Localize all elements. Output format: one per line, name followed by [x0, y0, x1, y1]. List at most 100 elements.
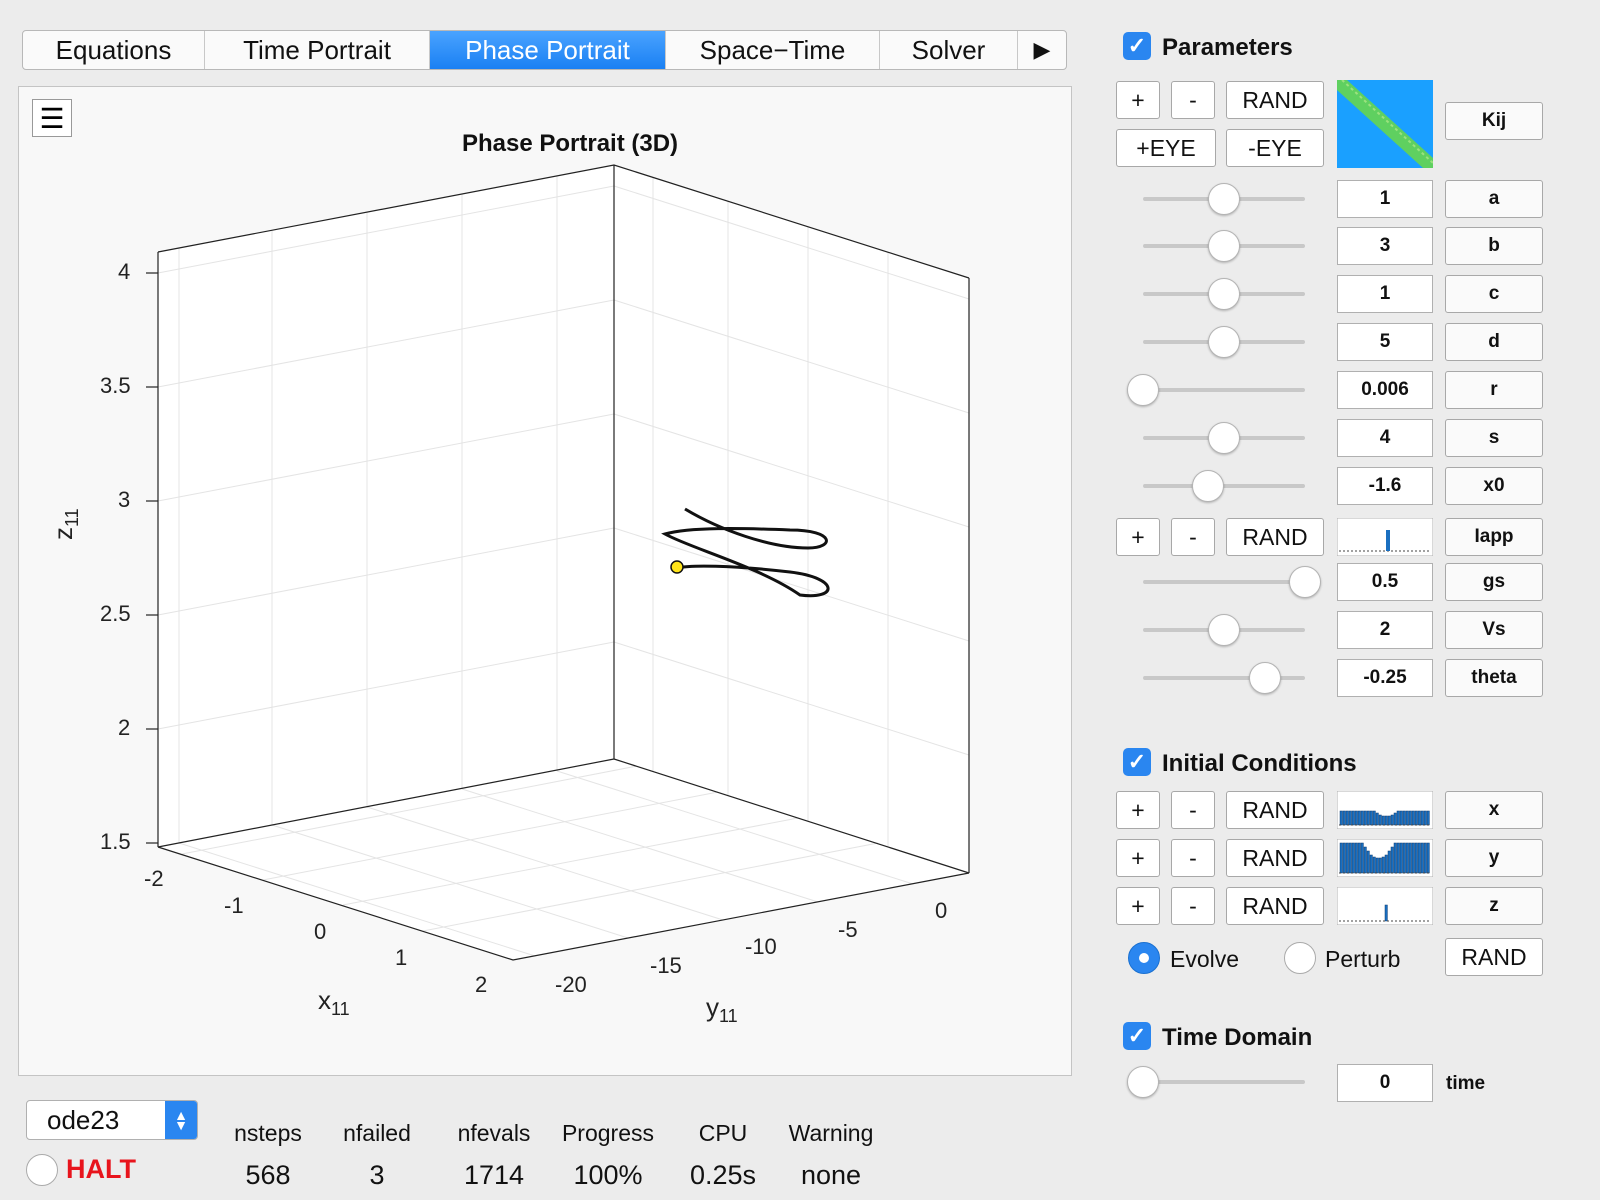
- z-tick-label: 2: [118, 715, 131, 740]
- phase-portrait-axes[interactable]: [0, 0, 1080, 1080]
- z-tick-label: 2.5: [100, 601, 131, 626]
- param-slider-track[interactable]: [1143, 484, 1305, 488]
- param-slider-knob[interactable]: [1208, 614, 1240, 646]
- ic-name-button[interactable]: x: [1445, 791, 1543, 829]
- param-slider-knob[interactable]: [1192, 470, 1224, 502]
- iapp-profile-image[interactable]: [1337, 518, 1433, 556]
- y-tick-label: 0: [935, 898, 948, 923]
- parameters-checkbox[interactable]: ✓: [1123, 32, 1151, 60]
- kij-button[interactable]: Kij: [1445, 102, 1543, 140]
- param-value-field[interactable]: 0.5: [1337, 563, 1433, 601]
- param-slider-knob[interactable]: [1208, 183, 1240, 215]
- ic-plus-button[interactable]: +: [1116, 791, 1160, 829]
- iapp-rand-button[interactable]: RAND: [1226, 518, 1324, 556]
- kij-matrix-image[interactable]: [1337, 80, 1433, 168]
- solver-select[interactable]: ode23 ▲ ▼: [26, 1100, 198, 1140]
- param-value-field[interactable]: 5: [1337, 323, 1433, 361]
- time-label: time: [1446, 1073, 1486, 1094]
- param-slider-track[interactable]: [1143, 580, 1305, 584]
- solver-select-value: ode23: [47, 1104, 120, 1135]
- param-slider-knob[interactable]: [1208, 230, 1240, 262]
- ic-minus-button[interactable]: -: [1171, 839, 1215, 877]
- eye-plus-button[interactable]: +EYE: [1116, 129, 1216, 167]
- iapp-button[interactable]: Iapp: [1445, 518, 1543, 556]
- param-slider-knob[interactable]: [1127, 374, 1159, 406]
- stat-value: none: [800, 1160, 862, 1190]
- stat-heading: nfevals: [457, 1120, 531, 1146]
- param-name-button[interactable]: Vs: [1445, 611, 1543, 649]
- param-name-button[interactable]: r: [1445, 371, 1543, 409]
- time-domain-heading: Time Domain: [1162, 1024, 1313, 1051]
- param-value-field[interactable]: 3: [1337, 227, 1433, 265]
- kij-minus-button[interactable]: -: [1171, 81, 1215, 119]
- param-value-field[interactable]: 2: [1337, 611, 1433, 649]
- time-slider-knob[interactable]: [1127, 1066, 1159, 1098]
- y-tick-label: -20: [555, 972, 587, 997]
- param-slider-knob[interactable]: [1289, 566, 1321, 598]
- x-tick-label: -2: [144, 866, 164, 891]
- iapp-minus-button[interactable]: -: [1171, 518, 1215, 556]
- z-tick-label: 4: [118, 259, 131, 284]
- param-slider-knob[interactable]: [1208, 278, 1240, 310]
- param-value-field[interactable]: 0.006: [1337, 371, 1433, 409]
- initial-conditions-checkbox[interactable]: ✓: [1123, 748, 1151, 776]
- ic-profile-image[interactable]: [1337, 887, 1433, 925]
- param-value-field[interactable]: -0.25: [1337, 659, 1433, 697]
- stat-value: 3: [369, 1160, 385, 1190]
- stat-heading: Warning: [788, 1120, 874, 1146]
- time-value-field[interactable]: 0: [1337, 1064, 1433, 1102]
- param-name-button[interactable]: a: [1445, 180, 1543, 218]
- y-tick-label: -10: [745, 934, 777, 959]
- param-name-button[interactable]: x0: [1445, 467, 1543, 505]
- param-name-button[interactable]: b: [1445, 227, 1543, 265]
- param-value-field[interactable]: -1.6: [1337, 467, 1433, 505]
- ic-profile-image[interactable]: [1337, 839, 1433, 877]
- param-name-button[interactable]: c: [1445, 275, 1543, 313]
- ic-name-button[interactable]: y: [1445, 839, 1543, 877]
- ic-plus-button[interactable]: +: [1116, 839, 1160, 877]
- param-name-button[interactable]: d: [1445, 323, 1543, 361]
- ic-minus-button[interactable]: -: [1171, 791, 1215, 829]
- z-tick-label: 1.5: [100, 829, 131, 854]
- param-slider-knob[interactable]: [1208, 422, 1240, 454]
- ic-profile-image[interactable]: [1337, 791, 1433, 829]
- param-slider-knob[interactable]: [1208, 326, 1240, 358]
- ic-rand-button[interactable]: RAND: [1226, 791, 1324, 829]
- ic-plus-button[interactable]: +: [1116, 887, 1160, 925]
- ic-rand-button[interactable]: RAND: [1226, 887, 1324, 925]
- ic-rand-button[interactable]: RAND: [1226, 839, 1324, 877]
- param-name-button[interactable]: s: [1445, 419, 1543, 457]
- eye-minus-button[interactable]: -EYE: [1226, 129, 1324, 167]
- z-axis-label: z11: [48, 508, 83, 540]
- x-tick-label: 0: [314, 919, 327, 944]
- param-value-field[interactable]: 4: [1337, 419, 1433, 457]
- halt-radio[interactable]: [26, 1154, 58, 1186]
- stat-heading: Progress: [561, 1120, 655, 1146]
- kij-rand-button[interactable]: RAND: [1226, 81, 1324, 119]
- initial-conditions-heading: Initial Conditions: [1162, 750, 1357, 777]
- iapp-plus-button[interactable]: +: [1116, 518, 1160, 556]
- evolve-label: Evolve: [1170, 946, 1240, 972]
- perturb-radio[interactable]: [1284, 942, 1316, 974]
- param-slider-track[interactable]: [1143, 388, 1305, 392]
- perturb-rand-button[interactable]: RAND: [1445, 938, 1543, 976]
- stat-heading: nfailed: [343, 1120, 411, 1146]
- select-updown-icon[interactable]: ▲ ▼: [165, 1101, 197, 1139]
- ic-minus-button[interactable]: -: [1171, 887, 1215, 925]
- time-domain-checkbox[interactable]: ✓: [1123, 1022, 1151, 1050]
- param-name-button[interactable]: theta: [1445, 659, 1543, 697]
- param-slider-knob[interactable]: [1249, 662, 1281, 694]
- z-tick-label: 3: [118, 487, 131, 512]
- stat-value: 100%: [573, 1160, 643, 1190]
- x-axis-label: x11: [318, 985, 350, 1020]
- kij-plus-button[interactable]: +: [1116, 81, 1160, 119]
- param-value-field[interactable]: 1: [1337, 275, 1433, 313]
- param-name-button[interactable]: gs: [1445, 563, 1543, 601]
- ic-name-button[interactable]: z: [1445, 887, 1543, 925]
- evolve-radio[interactable]: [1128, 942, 1160, 974]
- time-slider-track[interactable]: [1143, 1080, 1305, 1084]
- x-tick-label: -1: [224, 893, 244, 918]
- z-tick-label: 3.5: [100, 373, 131, 398]
- stat-value: 1714: [463, 1160, 525, 1190]
- param-value-field[interactable]: 1: [1337, 180, 1433, 218]
